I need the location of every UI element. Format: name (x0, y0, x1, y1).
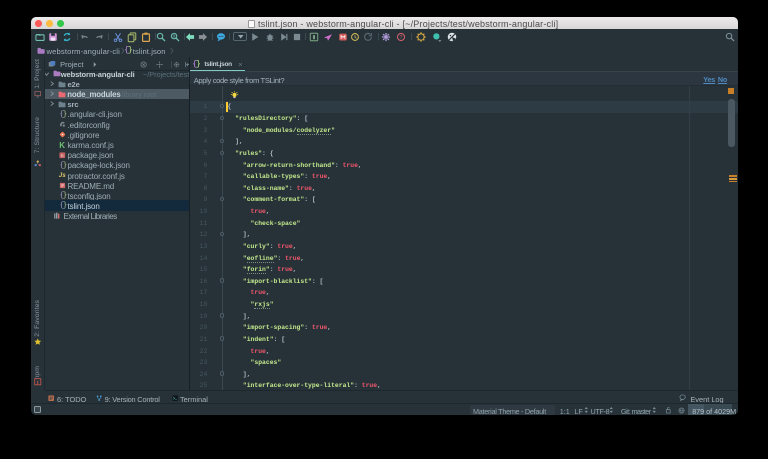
svg-text:?: ? (399, 35, 402, 41)
